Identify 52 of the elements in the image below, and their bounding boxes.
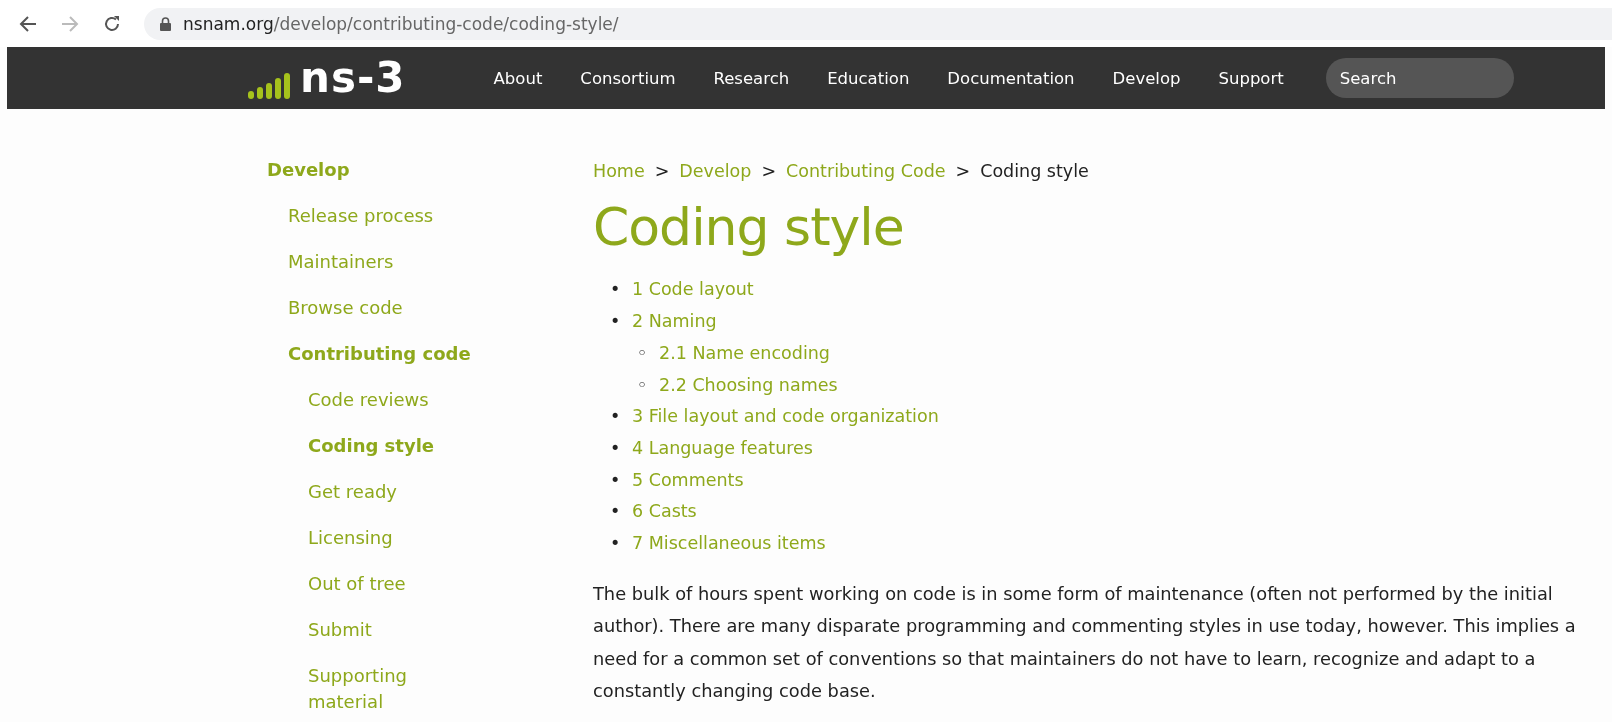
search-field[interactable]: Search <box>1325 58 1514 98</box>
bullet-marker: • <box>610 532 622 555</box>
sidebar-item[interactable]: Code reviews <box>308 387 429 413</box>
breadcrumb-link[interactable]: Home <box>593 158 645 184</box>
sidebar-item[interactable]: Contributing code <box>288 341 471 367</box>
intro-paragraph: The bulk of hours spent working on code is in some form of maintenance (often not performed by the initial author). There are many disparate programming and commenting styles in use today, however. This implies a need for a common set of conventions so that maintainers do not have to learn, recognize and adapt to a constantly changing code base. <box>593 581 1577 704</box>
sidebar-item[interactable]: Licensing <box>308 525 393 551</box>
bullet-marker: • <box>610 310 622 334</box>
address-bar[interactable]: nsnam.org/develop/contributing-code/coding-style/ <box>144 7 1612 40</box>
breadcrumb-link[interactable]: Contributing Code <box>786 158 946 184</box>
bullet-marker: ◦ <box>637 373 649 397</box>
sidebar-item[interactable]: Browse code <box>288 295 403 321</box>
breadcrumb-separator: > <box>761 160 777 183</box>
toc-link[interactable]: 2.1 Name encoding <box>659 342 830 363</box>
sidebar-item[interactable]: Out of tree <box>308 571 406 597</box>
page-title: Coding style <box>593 196 905 259</box>
bullet-marker: ◦ <box>637 341 649 365</box>
nav-link[interactable]: Consortium <box>580 68 676 88</box>
toc-link[interactable]: 4 Language features <box>632 437 813 458</box>
sidebar-heading[interactable]: Develop <box>267 157 593 183</box>
toc-link[interactable]: 7 Miscellaneous items <box>632 533 826 553</box>
nav-link[interactable]: Documentation <box>947 68 1075 88</box>
toc-link[interactable]: 2 Naming <box>632 311 717 332</box>
nav-link[interactable]: Develop <box>1112 68 1181 88</box>
toc-link[interactable]: 5 Comments <box>632 469 744 490</box>
bullet-marker: • <box>610 436 622 460</box>
breadcrumb-separator: > <box>955 160 971 183</box>
toc-link[interactable]: 2.2 Choosing names <box>659 374 838 395</box>
toc-link[interactable]: 6 Casts <box>632 501 697 522</box>
lock-icon <box>160 16 171 31</box>
breadcrumb-current: Coding style <box>980 160 1089 183</box>
sidebar-item[interactable]: Get ready <box>308 479 397 505</box>
toc-link[interactable]: 1 Code layout <box>632 279 754 300</box>
nav-link[interactable]: Research <box>713 68 790 88</box>
back-icon[interactable] <box>18 14 38 33</box>
sidebar-item[interactable]: Maintainers <box>288 249 394 275</box>
sidebar-item[interactable]: Release process <box>288 203 434 229</box>
nav-link[interactable]: Education <box>827 68 910 88</box>
nav-link[interactable]: Support <box>1218 68 1284 88</box>
bullet-marker: • <box>610 500 622 524</box>
bullet-marker: • <box>610 468 622 492</box>
sidebar-item[interactable]: Coding style <box>308 433 435 459</box>
toc-link[interactable]: 3 File layout and code organization <box>632 406 939 427</box>
site-logo[interactable]: ns-3 <box>248 57 406 99</box>
sidebar-item[interactable]: Supporting material <box>308 663 438 715</box>
breadcrumb-separator: > <box>654 160 670 183</box>
reload-icon[interactable] <box>102 13 122 34</box>
sidebar-item[interactable]: Submit <box>308 617 372 643</box>
nav-link[interactable]: About <box>493 68 543 88</box>
bullet-marker: • <box>610 278 622 302</box>
breadcrumb-link[interactable]: Develop <box>679 158 752 184</box>
bullet-marker: • <box>610 405 622 429</box>
